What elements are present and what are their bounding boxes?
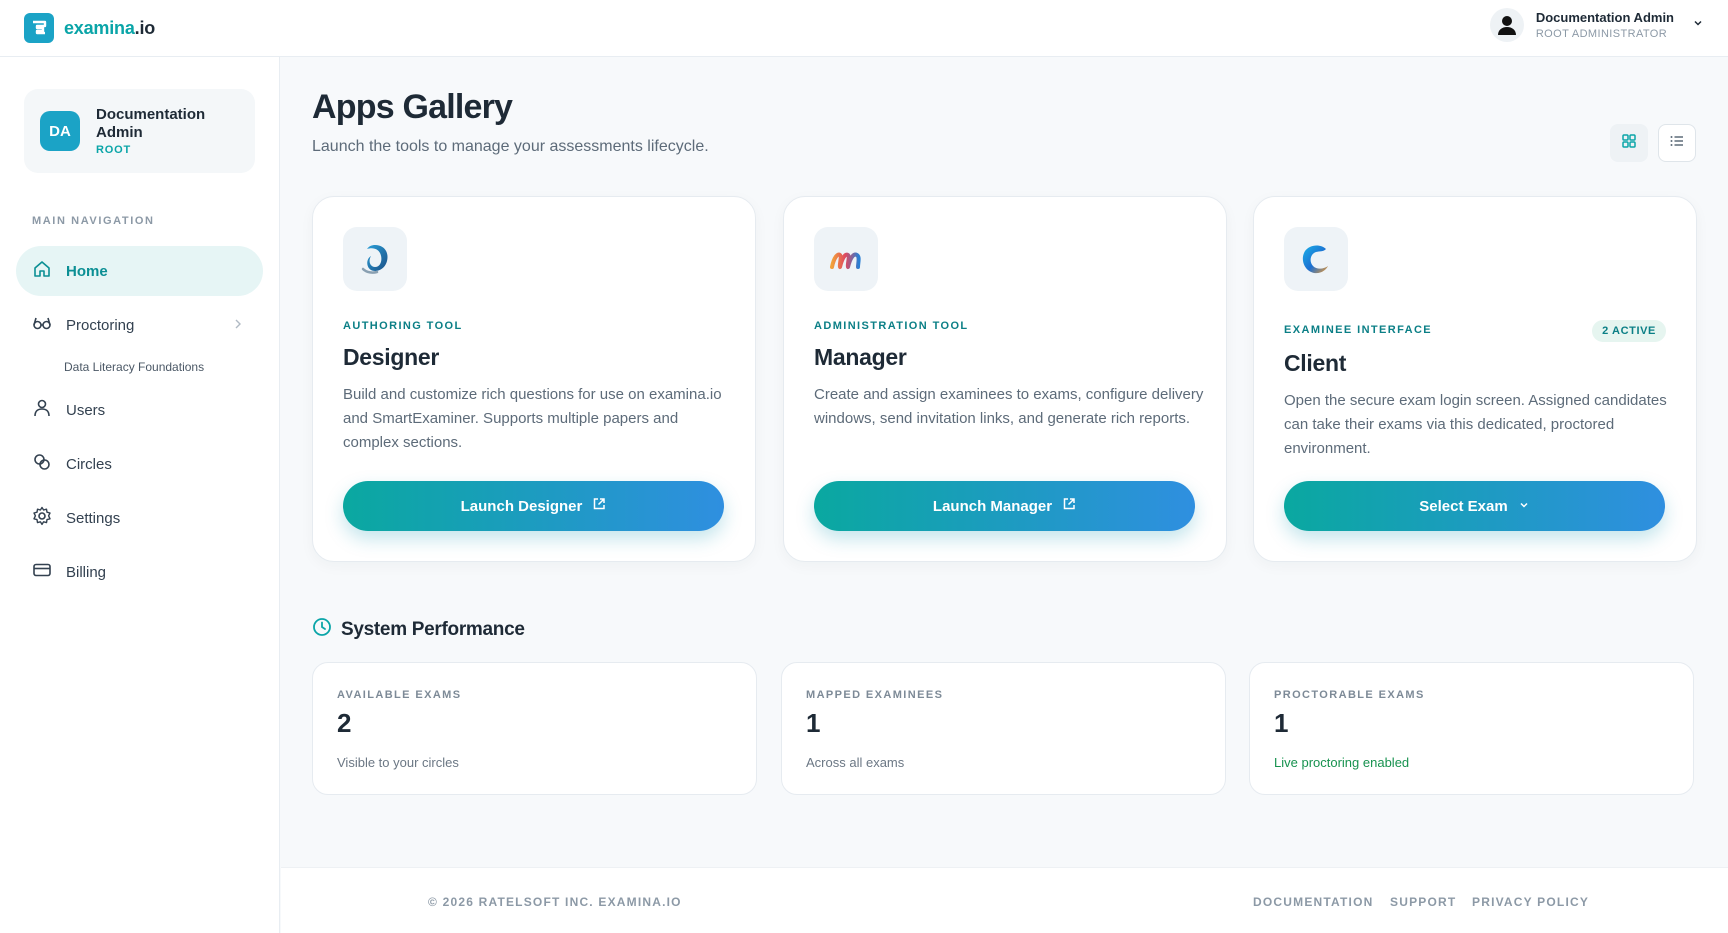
sidebar-item-home[interactable]: Home bbox=[16, 246, 263, 296]
sidebar-item-label: Users bbox=[66, 401, 106, 419]
sidebar-item-label: Settings bbox=[66, 509, 121, 527]
footer-copyright: © 2026 RATELSOFT INC. EXAMINA.IO bbox=[428, 895, 682, 909]
sidebar-item-label: Circles bbox=[66, 455, 112, 473]
brand-name: examina.io bbox=[64, 17, 156, 38]
page-subtitle: Launch the tools to manage your assessme… bbox=[312, 138, 709, 155]
user-avatar-icon bbox=[1489, 8, 1524, 42]
stat-label: PROCTORABLE EXAMS bbox=[1274, 689, 1425, 701]
nav-heading: MAIN NAVIGATION bbox=[32, 215, 155, 227]
stat-label: MAPPED EXAMINEES bbox=[806, 689, 944, 701]
client-app-icon bbox=[1284, 227, 1348, 291]
external-link-icon bbox=[1062, 497, 1076, 515]
footer-link-documentation[interactable]: DOCUMENTATION bbox=[1253, 895, 1373, 909]
app-kicker: ADMINISTRATION TOOL bbox=[814, 320, 969, 332]
footer: © 2026 RATELSOFT INC. EXAMINA.IO DOCUMEN… bbox=[281, 867, 1728, 933]
sidebar-item-users[interactable]: Users bbox=[16, 385, 263, 435]
stat-value: 1 bbox=[806, 708, 821, 738]
circles-icon bbox=[32, 452, 52, 476]
user-icon bbox=[32, 398, 52, 422]
chevron-down-icon bbox=[1692, 16, 1704, 34]
sidebar-subitem-data-literacy[interactable]: Data Literacy Foundations bbox=[64, 360, 204, 374]
launch-designer-button[interactable]: Launch Designer bbox=[343, 481, 724, 531]
stat-note: Visible to your circles bbox=[337, 755, 459, 770]
profile-card[interactable]: DA Documentation Admin ROOT bbox=[24, 89, 255, 173]
home-icon bbox=[32, 259, 52, 283]
stat-note: Across all exams bbox=[806, 755, 905, 770]
brand[interactable]: examina.io bbox=[24, 13, 155, 43]
app-description: Open the secure exam login screen. Assig… bbox=[1284, 392, 1667, 457]
launch-manager-button[interactable]: Launch Manager bbox=[814, 481, 1195, 531]
user-role: ROOT ADMINISTRATOR bbox=[1535, 28, 1668, 40]
avatar: DA bbox=[40, 111, 80, 151]
sidebar-item-label: Home bbox=[66, 262, 108, 280]
app-title: Designer bbox=[343, 344, 440, 370]
sidebar-item-settings[interactable]: Settings bbox=[16, 493, 263, 543]
examina-logo-icon bbox=[24, 13, 54, 43]
section-title-label: System Performance bbox=[341, 619, 525, 640]
app-description: Build and customize rich questions for u… bbox=[343, 386, 722, 451]
page-title: Apps Gallery bbox=[312, 88, 513, 126]
grid-icon bbox=[1621, 133, 1637, 154]
manager-app-icon bbox=[814, 227, 878, 291]
app-kicker: AUTHORING TOOL bbox=[343, 320, 463, 332]
user-name: Documentation Admin bbox=[1535, 10, 1674, 25]
button-label: Launch Designer bbox=[460, 497, 583, 515]
designer-app-icon bbox=[343, 227, 407, 291]
sidebar: DA Documentation Admin ROOT MAIN NAVIGAT… bbox=[0, 57, 280, 933]
footer-link-privacy-policy[interactable]: PRIVACY POLICY bbox=[1472, 895, 1589, 909]
app-title: Manager bbox=[814, 344, 907, 370]
sidebar-item-label: Proctoring bbox=[66, 316, 135, 334]
sidebar-item-circles[interactable]: Circles bbox=[16, 439, 263, 489]
app-card-designer: AUTHORING TOOL Designer Build and custom… bbox=[312, 196, 756, 562]
grid-view-button[interactable] bbox=[1610, 124, 1648, 162]
sidebar-item-label: Billing bbox=[66, 563, 107, 581]
list-icon bbox=[1669, 133, 1685, 154]
button-label: Select Exam bbox=[1419, 497, 1508, 515]
footer-link-support[interactable]: SUPPORT bbox=[1390, 895, 1456, 909]
stat-card-available-exams: AVAILABLE EXAMS 2 Visible to your circle… bbox=[312, 662, 757, 795]
external-link-icon bbox=[592, 497, 606, 515]
chevron-down-icon bbox=[1518, 498, 1530, 515]
gear-icon bbox=[32, 506, 52, 530]
select-exam-button[interactable]: Select Exam bbox=[1284, 481, 1665, 531]
user-menu[interactable]: Documentation Admin ROOT ADMINISTRATOR bbox=[1489, 8, 1704, 42]
app-card-client: EXAMINEE INTERFACE 2 ACTIVE Client Open … bbox=[1253, 196, 1697, 562]
top-bar: examina.io Documentation Admin ROOT ADMI… bbox=[0, 0, 1728, 57]
sidebar-item-billing[interactable]: Billing bbox=[16, 547, 263, 597]
profile-role: ROOT bbox=[96, 144, 131, 156]
glasses-icon bbox=[32, 313, 52, 337]
profile-name: Documentation Admin bbox=[96, 106, 206, 141]
chevron-right-icon bbox=[233, 317, 243, 334]
sidebar-item-proctoring[interactable]: Proctoring bbox=[16, 300, 263, 350]
stat-value: 2 bbox=[337, 708, 352, 738]
app-kicker: EXAMINEE INTERFACE bbox=[1284, 324, 1433, 336]
stat-card-mapped-examinees: MAPPED EXAMINEES 1 Across all exams bbox=[781, 662, 1226, 795]
app-description: Create and assign examinees to exams, co… bbox=[814, 386, 1204, 427]
stat-label: AVAILABLE EXAMS bbox=[337, 689, 462, 701]
stat-note: Live proctoring enabled bbox=[1274, 755, 1410, 770]
clock-icon bbox=[312, 617, 332, 643]
button-label: Launch Manager bbox=[932, 497, 1053, 515]
section-title: System Performance bbox=[312, 617, 525, 643]
list-view-button[interactable] bbox=[1658, 124, 1696, 162]
stat-card-proctorable-exams: PROCTORABLE EXAMS 1 Live proctoring enab… bbox=[1249, 662, 1694, 795]
app-title: Client bbox=[1284, 350, 1347, 376]
credit-card-icon bbox=[32, 560, 52, 584]
stat-value: 1 bbox=[1274, 708, 1289, 738]
app-card-manager: ADMINISTRATION TOOL Manager Create and a… bbox=[783, 196, 1227, 562]
status-badge: 2 ACTIVE bbox=[1592, 320, 1666, 342]
